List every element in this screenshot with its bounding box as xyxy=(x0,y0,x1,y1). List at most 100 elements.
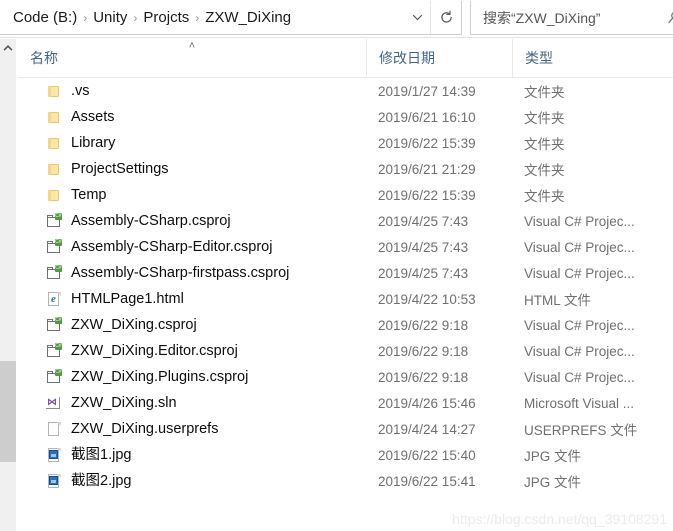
file-name-cell[interactable]: C# ZXW_DiXing.Editor.csproj xyxy=(18,341,366,361)
vertical-scrollbar[interactable] xyxy=(0,39,17,531)
file-name-label: Assembly-CSharp.csproj xyxy=(71,213,231,229)
breadcrumb-item-4[interactable]: ZXW_DiXing xyxy=(202,6,294,30)
column-header-date-modified[interactable]: 修改日期 xyxy=(366,39,512,77)
file-type-cell: Visual C# Projec... xyxy=(524,213,635,229)
address-dropdown-button[interactable] xyxy=(404,1,430,34)
file-type-cell: 文件夹 xyxy=(524,163,565,178)
file-name-label: ZXW_DiXing.sln xyxy=(71,395,177,411)
file-name-cell[interactable]: Assets xyxy=(18,107,366,127)
file-type-cell: Microsoft Visual ... xyxy=(524,395,635,411)
file-row[interactable]: Assets 2019/6/21 16:10 文件夹 xyxy=(18,104,673,130)
scrollbar-thumb[interactable] xyxy=(0,361,16,462)
file-type-cell: 文件夹 xyxy=(524,111,565,126)
column-header-type[interactable]: 类型 xyxy=(512,39,673,77)
file-date-cell: 2019/6/22 15:41 xyxy=(378,473,476,489)
file-date-cell: 2019/1/27 14:39 xyxy=(378,83,476,99)
file-name-cell[interactable]: ProjectSettings xyxy=(18,159,366,179)
file-date-cell: 2019/4/25 7:43 xyxy=(378,213,469,229)
csproj-icon: C# xyxy=(46,239,62,255)
file-name-cell[interactable]: Library xyxy=(18,133,366,153)
file-name-label: Assembly-CSharp-firstpass.csproj xyxy=(71,265,290,281)
file-name-label: ZXW_DiXing.csproj xyxy=(71,317,197,333)
file-type-cell: Visual C# Projec... xyxy=(524,369,635,385)
file-name-label: ZXW_DiXing.Editor.csproj xyxy=(71,343,238,359)
csproj-icon: C# xyxy=(46,213,62,229)
file-name-label: HTMLPage1.html xyxy=(71,291,184,307)
file-name-label: 截图1.jpg xyxy=(71,447,132,463)
chevron-down-icon xyxy=(411,11,424,24)
file-row[interactable]: e HTMLPage1.html 2019/4/22 10:53 HTML 文件 xyxy=(18,286,673,312)
file-name-cell[interactable]: e HTMLPage1.html xyxy=(18,289,366,309)
file-row[interactable]: C# ZXW_DiXing.Editor.csproj 2019/6/22 9:18… xyxy=(18,338,673,364)
file-name-cell[interactable]: Temp xyxy=(18,185,366,205)
file-type-cell: HTML 文件 xyxy=(524,293,591,308)
file-name-label: .vs xyxy=(71,83,90,99)
file-type-cell: 文件夹 xyxy=(524,137,565,152)
file-row[interactable]: 截图1.jpg 2019/6/22 15:40 JPG 文件 xyxy=(18,442,673,468)
file-type-cell: USERPREFS 文件 xyxy=(524,423,638,438)
file-name-label: ZXW_DiXing.Plugins.csproj xyxy=(71,369,249,385)
file-name-cell[interactable]: 截图1.jpg xyxy=(18,445,366,465)
file-row[interactable]: ZXW_DiXing.userprefs 2019/4/24 14:27 USERP… xyxy=(18,416,673,442)
refresh-button[interactable] xyxy=(430,1,461,34)
file-name-label: Assembly-CSharp-Editor.csproj xyxy=(71,239,273,255)
file-row[interactable]: Temp 2019/6/22 15:39 文件夹 xyxy=(18,182,673,208)
address-bar[interactable]: Code (B:) › Unity › Projcts › ZXW_DiXing xyxy=(0,1,462,35)
file-name-cell[interactable]: C# ZXW_DiXing.Plugins.csproj xyxy=(18,367,366,387)
file-date-cell: 2019/4/25 7:43 xyxy=(378,265,469,281)
file-date-cell: 2019/6/22 9:18 xyxy=(378,343,469,359)
column-header-name[interactable]: 名称 xyxy=(18,39,366,77)
file-type-cell: Visual C# Projec... xyxy=(524,343,635,359)
file-name-cell[interactable]: C# ZXW_DiXing.csproj xyxy=(18,315,366,335)
breadcrumb-item-2[interactable]: Unity xyxy=(90,6,130,30)
file-row[interactable]: C# ZXW_DiXing.csproj 2019/6/22 9:18 Visual … xyxy=(18,312,673,338)
sln-icon: ⋈ xyxy=(46,395,62,411)
file-row[interactable]: ProjectSettings 2019/6/21 21:29 文件夹 xyxy=(18,156,673,182)
file-row[interactable]: .vs 2019/1/27 14:39 文件夹 xyxy=(18,78,673,104)
file-name-cell[interactable]: ZXW_DiXing.userprefs xyxy=(18,419,366,439)
chevron-up-icon xyxy=(3,44,13,52)
jpg-icon xyxy=(46,447,62,463)
search-button[interactable] xyxy=(666,1,673,34)
search-icon xyxy=(666,10,673,26)
csproj-icon: C# xyxy=(46,317,62,333)
file-name-cell[interactable]: 截图2.jpg xyxy=(18,471,366,491)
breadcrumb[interactable]: Code (B:) › Unity › Projcts › ZXW_DiXing xyxy=(0,1,404,34)
file-row[interactable]: C# ZXW_DiXing.Plugins.csproj 2019/6/22 9:1… xyxy=(18,364,673,390)
file-type-cell: JPG 文件 xyxy=(524,475,582,490)
file-name-label: Temp xyxy=(71,187,107,203)
file-name-cell[interactable]: C# Assembly-CSharp.csproj xyxy=(18,211,366,231)
file-date-cell: 2019/4/24 14:27 xyxy=(378,421,476,437)
file-name-cell[interactable]: ⋈ ZXW_DiXing.sln xyxy=(18,393,366,413)
file-type-cell: Visual C# Projec... xyxy=(524,239,635,255)
folder-icon xyxy=(46,109,62,125)
folder-icon xyxy=(46,187,62,203)
file-row[interactable]: C# Assembly-CSharp-firstpass.csproj 2019/4… xyxy=(18,260,673,286)
file-row[interactable]: C# Assembly-CSharp-Editor.csproj 2019/4/25… xyxy=(18,234,673,260)
file-type-cell: 文件夹 xyxy=(524,85,565,100)
scroll-up-button[interactable] xyxy=(0,39,16,56)
file-date-cell: 2019/4/25 7:43 xyxy=(378,239,469,255)
file-date-cell: 2019/6/22 9:18 xyxy=(378,369,469,385)
breadcrumb-separator: › xyxy=(133,10,138,25)
file-list-panel: ˄ 名称 修改日期 类型 .vs 2019/1/27 14:39 文件夹 Assets… xyxy=(18,39,673,531)
file-name-cell[interactable]: .vs xyxy=(18,81,366,101)
file-date-cell: 2019/6/22 9:18 xyxy=(378,317,469,333)
breadcrumb-separator: › xyxy=(83,10,88,25)
file-row[interactable]: C# Assembly-CSharp.csproj 2019/4/25 7:43 Vi… xyxy=(18,208,673,234)
file-row[interactable]: Library 2019/6/22 15:39 文件夹 xyxy=(18,130,673,156)
file-row[interactable]: ⋈ ZXW_DiXing.sln 2019/4/26 15:46 Microsoft … xyxy=(18,390,673,416)
folder-icon xyxy=(46,161,62,177)
breadcrumb-item-1[interactable]: Code (B:) xyxy=(10,6,80,30)
file-name-label: 截图2.jpg xyxy=(71,473,132,489)
csproj-icon: C# xyxy=(46,343,62,359)
file-name-cell[interactable]: C# Assembly-CSharp-firstpass.csproj xyxy=(18,263,366,283)
file-type-cell: Visual C# Projec... xyxy=(524,265,635,281)
file-type-cell: 文件夹 xyxy=(524,189,565,204)
file-name-cell[interactable]: C# Assembly-CSharp-Editor.csproj xyxy=(18,237,366,257)
search-input[interactable] xyxy=(471,8,666,27)
search-box[interactable] xyxy=(470,1,673,35)
file-row[interactable]: 截图2.jpg 2019/6/22 15:41 JPG 文件 xyxy=(18,468,673,494)
breadcrumb-item-3[interactable]: Projcts xyxy=(140,6,192,30)
file-date-cell: 2019/4/22 10:53 xyxy=(378,291,476,307)
